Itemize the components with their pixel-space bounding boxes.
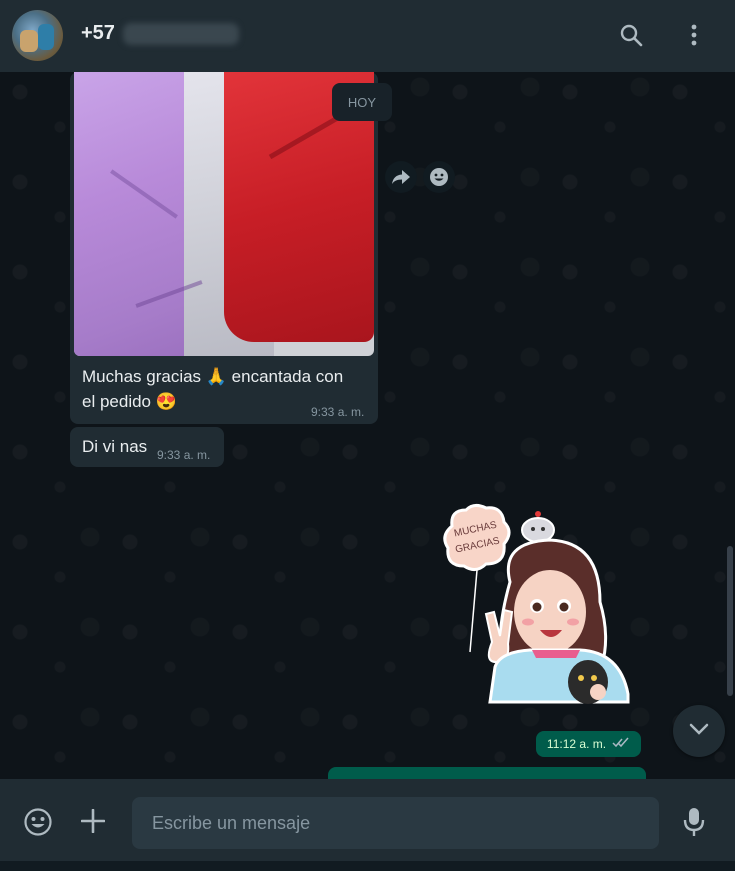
chat-scrollbar[interactable] [727, 546, 733, 696]
contact-avatar[interactable] [12, 10, 63, 61]
attach-plus-icon[interactable] [76, 804, 110, 838]
text-message: Di vi nas 9:33 a. m. [70, 427, 224, 467]
chat-header: +57 [0, 0, 735, 72]
message-time: 9:33 a. m. [311, 405, 365, 419]
read-ticks-icon [612, 737, 630, 751]
image-message: Muchas gracias 🙏 encantada con el pedido… [70, 72, 378, 424]
contact-phone-prefix: +57 [81, 22, 115, 44]
forward-icon[interactable] [385, 161, 417, 193]
chat-area[interactable]: Muchas gracias 🙏 encantada con el pedido… [0, 72, 735, 779]
clothes-photo[interactable] [74, 72, 374, 356]
blurred-contact-name [122, 22, 239, 45]
outgoing-sticker-time: 11:12 a. m. [536, 731, 641, 757]
menu-icon[interactable] [679, 20, 709, 50]
chevron-down-icon [689, 722, 709, 740]
microphone-icon[interactable] [678, 805, 710, 839]
bottom-strip [0, 861, 735, 871]
message-input-placeholder: Escribe un mensaje [152, 812, 311, 833]
message-text: Di vi nas [82, 437, 148, 456]
date-divider: HOY [332, 83, 392, 121]
message-text: Muchas gracias 🙏 encantada con el pedido… [82, 367, 344, 411]
contact-name[interactable]: +57 [81, 22, 239, 45]
scroll-down-button[interactable] [673, 705, 725, 757]
thank-you-sticker[interactable]: MUCHAS GRACIAS [440, 502, 640, 732]
search-icon[interactable] [616, 20, 646, 50]
react-emoji-icon[interactable] [423, 161, 455, 193]
emoji-icon[interactable] [20, 804, 56, 840]
message-time: 9:33 a. m. [157, 448, 211, 462]
message-composer: Escribe un mensaje [0, 779, 735, 861]
message-input[interactable]: Escribe un mensaje [132, 797, 659, 849]
outgoing-message-partial [328, 767, 646, 779]
